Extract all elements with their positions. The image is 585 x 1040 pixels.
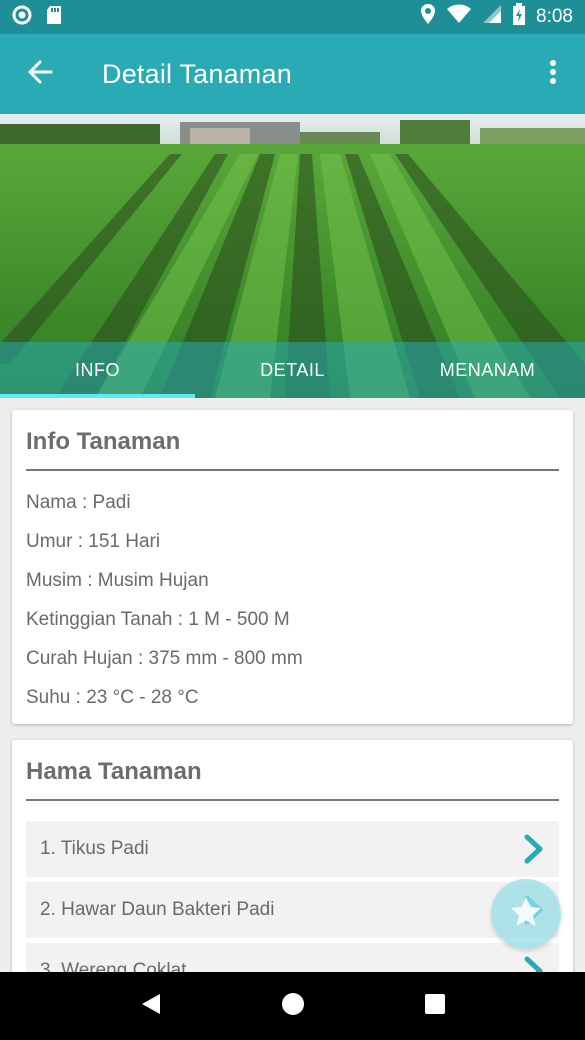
- info-row-ketinggian: Ketinggian Tanah : 1 M - 500 M: [26, 609, 290, 630]
- nav-home-button[interactable]: [281, 992, 305, 1021]
- notification-circle-icon: [12, 5, 32, 30]
- page-title: Detail Tanaman: [102, 58, 292, 89]
- plant-hero-image: INFO DETAIL MENANAM: [0, 114, 585, 398]
- status-time: 8:08: [536, 6, 573, 27]
- info-row-umur: Umur : 151 Hari: [26, 531, 161, 552]
- list-item[interactable]: 1. Tikus Padi: [26, 821, 559, 877]
- back-button[interactable]: [0, 34, 80, 114]
- tab-bar: INFO DETAIL MENANAM: [0, 342, 585, 398]
- tab-detail-label: DETAIL: [260, 359, 325, 380]
- more-vert-icon: [549, 59, 557, 90]
- nav-back-button[interactable]: [140, 992, 162, 1021]
- pest-list: 1. Tikus Padi 2. Hawar Daun Bakteri Padi…: [12, 801, 573, 999]
- system-nav-bar: [0, 972, 585, 1040]
- chevron-right-icon: [523, 834, 545, 864]
- info-row-musim: Musim : Musim Hujan: [26, 570, 209, 591]
- info-row-curah-hujan: Curah Hujan : 375 mm - 800 mm: [26, 648, 303, 669]
- pest-item-label: 2. Hawar Daun Bakteri Padi: [40, 899, 275, 920]
- favorite-fab-button[interactable]: [491, 879, 561, 949]
- info-row-suhu: Suhu : 23 °C - 28 °C: [26, 687, 199, 708]
- sd-card-icon: [46, 5, 62, 30]
- info-card-title: Info Tanaman: [26, 428, 181, 455]
- arrow-left-icon: [27, 59, 53, 90]
- pest-card-title: Hama Tanaman: [26, 758, 202, 785]
- tab-info-label: INFO: [75, 359, 120, 380]
- wifi-icon: [446, 4, 472, 30]
- status-bar: 8:08: [0, 0, 585, 34]
- info-list: Nama : Padi Umur : 151 Hari Musim : Musi…: [12, 471, 573, 725]
- app-bar: Detail Tanaman: [0, 34, 585, 114]
- pest-item-label: 1. Tikus Padi: [40, 838, 149, 859]
- battery-icon: [512, 3, 526, 31]
- overflow-menu-button[interactable]: [521, 34, 585, 114]
- list-item[interactable]: 2. Hawar Daun Bakteri Padi: [26, 882, 559, 938]
- location-icon: [420, 3, 436, 31]
- tab-info[interactable]: INFO: [0, 342, 195, 398]
- tab-detail[interactable]: DETAIL: [195, 342, 390, 398]
- tab-menanam-label: MENANAM: [439, 359, 536, 380]
- star-icon: [508, 894, 544, 935]
- nav-recents-button[interactable]: [424, 993, 446, 1020]
- info-row-nama: Nama : Padi: [26, 492, 131, 513]
- info-card: Info Tanaman Nama : Padi Umur : 151 Hari…: [12, 410, 573, 724]
- tab-indicator: [0, 394, 195, 398]
- tab-menanam[interactable]: MENANAM: [390, 342, 585, 398]
- signal-icon: [482, 4, 502, 30]
